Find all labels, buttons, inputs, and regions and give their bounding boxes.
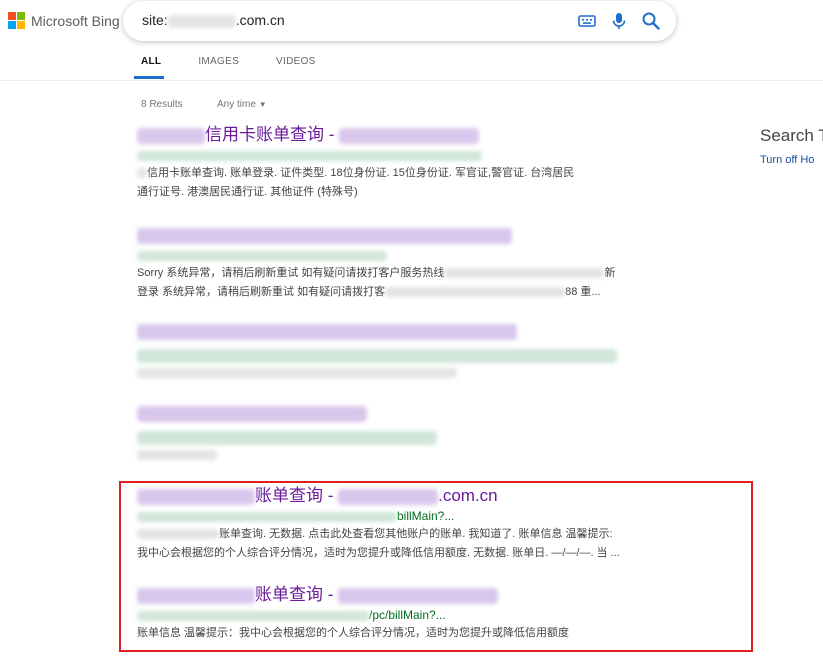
bing-logo[interactable]: Microsoft Bing (8, 12, 120, 29)
result-snippet: Sorry 系统异常，请稍后刷新重试 如有疑问请拨打客户服务热线新登录 系统异常… (137, 267, 616, 298)
result-title[interactable] (137, 320, 667, 342)
result-title[interactable] (137, 402, 667, 424)
tab-images[interactable]: IMAGES (198, 56, 239, 67)
search-input[interactable]: site: .com.cn (142, 12, 285, 28)
active-tab-indicator (134, 76, 164, 79)
result-snippet: 信用卡账单查询. 账单登录. 证件类型. 18位身份证. 15位身份证. 军官证… (137, 167, 575, 198)
caret-down-icon: ▼ (258, 100, 267, 109)
result-snippet (137, 446, 667, 465)
result-count: 8 Results (141, 99, 183, 110)
logo-text: Microsoft Bing (31, 12, 120, 29)
result-url (137, 146, 667, 164)
result-url (137, 428, 667, 446)
search-icon[interactable] (640, 10, 662, 32)
search-result-1: 信用卡账单查询 - 信用卡账单查询. 账单登录. 证件类型. 18位身份证. 1… (137, 124, 667, 202)
search-result-2: Sorry 系统异常，请稍后刷新重试 如有疑问请拨打客户服务热线新登录 系统异常… (137, 224, 667, 302)
search-result-3 (137, 320, 667, 383)
result-title[interactable] (137, 224, 667, 246)
tab-videos[interactable]: VIDEOS (276, 56, 316, 67)
result-snippet (137, 364, 667, 383)
microphone-icon[interactable] (608, 10, 630, 32)
highlight-box (119, 481, 753, 652)
result-url (137, 346, 667, 364)
microsoft-logo-icon (8, 12, 25, 29)
search-box[interactable]: site: .com.cn (123, 1, 676, 41)
result-title[interactable]: 信用卡账单查询 - (137, 124, 667, 146)
sidebar-title: Search T (760, 126, 823, 145)
time-filter-dropdown[interactable]: Any time ▼ (217, 99, 267, 110)
search-result-4 (137, 402, 667, 465)
sidebar-link[interactable]: Turn off Ho (760, 154, 814, 166)
keyboard-icon[interactable] (576, 10, 598, 32)
tab-all[interactable]: ALL (141, 56, 161, 67)
header-divider (0, 80, 823, 81)
result-url (137, 246, 667, 264)
search-tabs: ALL IMAGES VIDEOS (141, 56, 353, 67)
